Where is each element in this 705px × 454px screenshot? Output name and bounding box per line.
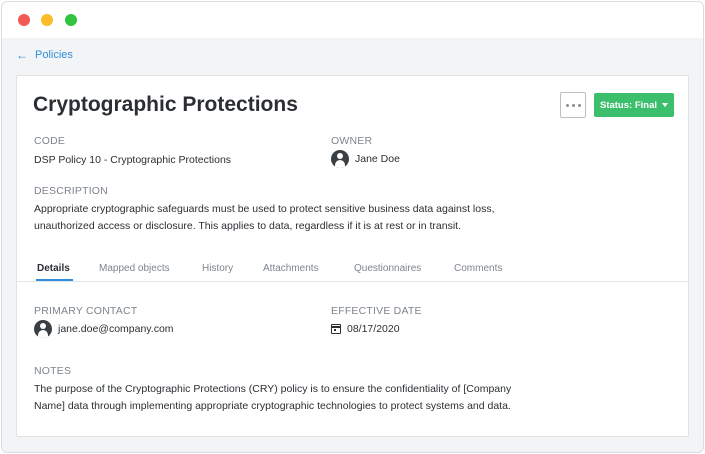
status-label: Status: Final bbox=[599, 99, 657, 111]
tab-mapped-objects[interactable]: Mapped objects bbox=[99, 263, 170, 274]
tab-attachments[interactable]: Attachments bbox=[263, 263, 319, 274]
tab-comments[interactable]: Comments bbox=[454, 263, 502, 274]
code-label: CODE bbox=[34, 135, 66, 147]
description-line: unauthorized access or disclosure. This … bbox=[34, 220, 462, 232]
page-title: Cryptographic Protections bbox=[33, 93, 298, 116]
user-icon bbox=[331, 150, 349, 168]
breadcrumb-label: Policies bbox=[35, 49, 73, 61]
notes-text: The purpose of the Cryptographic Protect… bbox=[34, 381, 511, 415]
caret-down-icon bbox=[662, 103, 668, 107]
arrow-left-icon: ← bbox=[16, 48, 28, 62]
tab-history[interactable]: History bbox=[202, 263, 233, 274]
title-bar bbox=[2, 2, 703, 38]
app-window: ← Policies Cryptographic Protections Sta… bbox=[1, 1, 704, 453]
notes-line: The purpose of the Cryptographic Protect… bbox=[34, 383, 512, 395]
effective-date: 08/17/2020 bbox=[331, 323, 400, 335]
tab-details[interactable]: Details bbox=[37, 263, 70, 274]
primary-contact-value: jane.doe@company.com bbox=[58, 323, 174, 335]
tab-questionnaires[interactable]: Questionnaires bbox=[354, 263, 421, 274]
description-text: Appropriate cryptographic safeguards mus… bbox=[34, 201, 495, 235]
calendar-icon bbox=[331, 324, 341, 334]
active-tab-indicator bbox=[36, 279, 73, 281]
effective-date-label: EFFECTIVE DATE bbox=[331, 305, 422, 317]
user-icon bbox=[34, 320, 52, 338]
tab-bar: Details Mapped objects History Attachmen… bbox=[17, 255, 688, 282]
description-line: Appropriate cryptographic safeguards mus… bbox=[34, 203, 495, 215]
primary-contact: jane.doe@company.com bbox=[34, 320, 174, 338]
owner-label: OWNER bbox=[331, 135, 373, 147]
effective-date-value: 08/17/2020 bbox=[347, 323, 400, 335]
notes-label: NOTES bbox=[34, 365, 72, 377]
more-icon bbox=[565, 103, 569, 107]
close-icon[interactable] bbox=[18, 14, 30, 26]
more-options-button[interactable] bbox=[560, 92, 586, 118]
minimize-icon[interactable] bbox=[41, 14, 53, 26]
description-label: DESCRIPTION bbox=[34, 185, 108, 197]
status-dropdown-button[interactable]: Status: Final bbox=[594, 93, 674, 117]
owner: Jane Doe bbox=[331, 150, 400, 168]
policy-card: Cryptographic Protections Status: Final … bbox=[16, 75, 689, 437]
maximize-icon[interactable] bbox=[65, 14, 77, 26]
notes-line: Name] data through implementing appropri… bbox=[34, 400, 511, 412]
primary-contact-label: PRIMARY CONTACT bbox=[34, 305, 138, 317]
breadcrumb-policies[interactable]: ← Policies bbox=[16, 49, 73, 61]
owner-value: Jane Doe bbox=[355, 153, 400, 165]
code-value: DSP Policy 10 - Cryptographic Protection… bbox=[34, 154, 232, 166]
